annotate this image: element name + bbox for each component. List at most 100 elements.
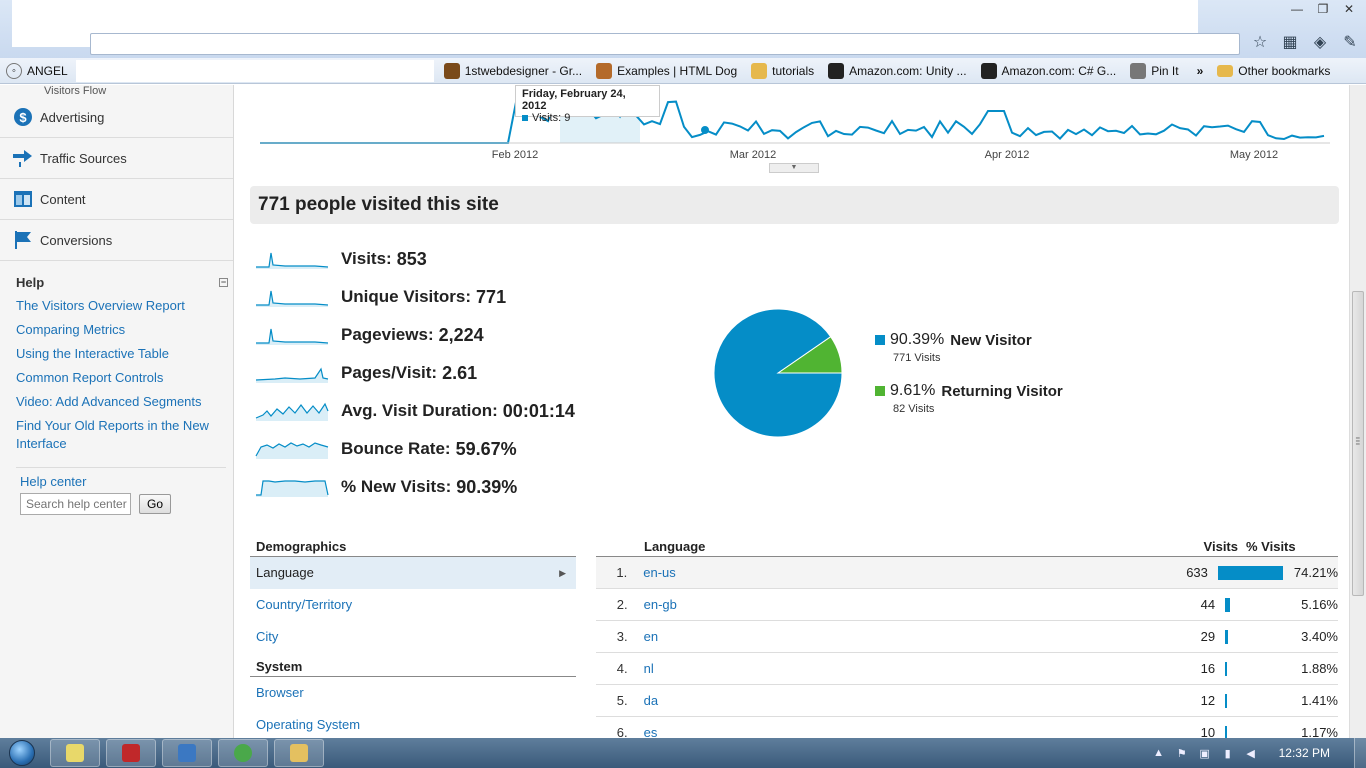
help-link[interactable]: Common Report Controls	[16, 369, 226, 387]
table-row: 1. en-us 633 74.21%	[596, 557, 1338, 589]
language-link[interactable]: da	[628, 693, 1123, 708]
legend-swatch	[875, 386, 885, 396]
language-table: Language Visits % Visits 1. en-us 633 74.21…	[596, 537, 1338, 738]
maximize-button[interactable]: ❐	[1310, 0, 1336, 18]
sparkline-fill	[256, 404, 328, 421]
collapse-icon[interactable]: −	[219, 278, 228, 287]
taskbar-app-notepad[interactable]	[50, 739, 100, 767]
bookmark-3[interactable]: Amazon.com: Unity ...	[828, 62, 967, 79]
metric-row[interactable]: % New Visits: 90.39%	[255, 468, 615, 506]
visitor-type-pie[interactable]	[713, 308, 843, 438]
language-link[interactable]: en	[628, 629, 1123, 644]
metric-row[interactable]: Avg. Visit Duration: 00:01:14	[255, 392, 615, 430]
sidebar-item-label: Content	[40, 191, 86, 207]
help-link[interactable]: Comparing Metrics	[16, 321, 226, 339]
show-desktop-button[interactable]	[1354, 738, 1366, 768]
row-visits: 44	[1200, 597, 1216, 612]
legend-item[interactable]: 9.61% Returning Visitor 82 Visits	[875, 382, 1063, 415]
bookmark-5[interactable]: Pin It	[1130, 62, 1179, 79]
amazon-icon	[980, 62, 997, 79]
flag-icon[interactable]: ⚑	[1175, 746, 1189, 760]
help-link[interactable]: The Visitors Overview Report	[16, 297, 226, 315]
language-link[interactable]: nl	[628, 661, 1123, 676]
visits-timeline-chart[interactable]: 30 Feb 2012 Mar 2012 Apr 2012 May 2012	[260, 85, 1330, 173]
chart-expand-handle[interactable]: ▼	[769, 163, 819, 173]
sidebar-item-advertising[interactable]: $ Advertising	[0, 97, 233, 138]
metric-value: 2.61	[442, 362, 478, 383]
start-button[interactable]	[0, 738, 44, 768]
bookmark-2[interactable]: tutorials	[751, 62, 815, 79]
profile-badge[interactable]: ◦ ANGEL	[6, 62, 68, 79]
pct-bar	[1225, 629, 1229, 644]
taskbar-app-filezilla[interactable]	[106, 739, 156, 767]
timeline-x-label: Feb 2012	[492, 149, 538, 161]
taskbar-app-thunderbird[interactable]	[162, 739, 212, 767]
close-button[interactable]: ✕	[1336, 0, 1362, 18]
folder-icon	[751, 62, 768, 79]
metrics-list: Visits: 853 Unique Visitors: 771 Pageviews: 2…	[255, 240, 615, 506]
bookmark-label: 1stwebdesigner - Gr...	[464, 63, 583, 78]
tooltip-swatch	[522, 115, 528, 121]
thunderbird-icon	[178, 744, 196, 762]
address-bar[interactable]	[90, 33, 1240, 55]
other-bookmarks[interactable]: Other bookmarks	[1217, 64, 1330, 78]
metric-row[interactable]: Unique Visitors: 771	[255, 278, 615, 316]
help-link[interactable]: Video: Add Advanced Segments	[16, 393, 226, 411]
bookmark-label: tutorials	[772, 63, 815, 78]
wrench-icon[interactable]: ✎	[1340, 32, 1360, 52]
clock[interactable]: 12:32 PM	[1279, 746, 1330, 760]
language-link[interactable]: en-us	[627, 565, 1116, 580]
demographics-item-city[interactable]: City	[250, 621, 576, 653]
help-center-link[interactable]: Help center	[20, 474, 233, 489]
device-icon[interactable]: ▣	[1198, 746, 1212, 760]
help-link[interactable]: Find Your Old Reports in the New Interfa…	[16, 417, 226, 453]
demographics-item-language[interactable]: Language ▶	[250, 557, 576, 589]
pie-slice-new-visitor[interactable]	[713, 308, 843, 438]
sidebar-cut-item[interactable]: Visitors Flow	[0, 85, 233, 97]
legend-visits: 771 Visits	[893, 352, 941, 364]
timeline-x-label: May 2012	[1230, 149, 1278, 161]
star-icon[interactable]: ☆	[1250, 32, 1270, 52]
minimize-button[interactable]: —	[1284, 0, 1310, 18]
row-visits: 10	[1200, 725, 1216, 738]
system-item-browser[interactable]: Browser	[250, 677, 576, 709]
page-scrollbar[interactable]: ━ ━ ━	[1349, 85, 1366, 738]
metric-row[interactable]: Visits: 853	[255, 240, 615, 278]
bookmarks-overflow[interactable]: »	[1197, 64, 1204, 78]
metric-row[interactable]: Bounce Rate: 59.67%	[255, 430, 615, 468]
tray-arrow-icon[interactable]: ▲	[1152, 746, 1166, 760]
metric-row[interactable]: Pageviews: 2,224	[255, 316, 615, 354]
bookmark-0[interactable]: 1stwebdesigner - Gr...	[443, 62, 583, 79]
timeline-hover-point	[701, 126, 709, 134]
language-link[interactable]: en-gb	[628, 597, 1123, 612]
extension-icon[interactable]: ▦	[1280, 32, 1300, 52]
taskbar-app-explorer[interactable]	[274, 739, 324, 767]
scrollbar-thumb[interactable]: ━ ━ ━	[1352, 291, 1364, 596]
volume-icon[interactable]: ◀	[1244, 746, 1258, 760]
help-search-row: Go	[20, 493, 233, 515]
help-search-input[interactable]	[20, 493, 131, 515]
help-go-button[interactable]: Go	[139, 494, 172, 514]
header-language[interactable]: Language	[596, 537, 1144, 556]
summary-title: 771 people visited this site	[258, 194, 499, 215]
extension-icon-2[interactable]: ◈	[1310, 32, 1330, 52]
taskbar-app-chrome[interactable]	[218, 739, 268, 767]
bookmark-4[interactable]: Amazon.com: C# G...	[980, 62, 1116, 79]
sidebar-item-traffic-sources[interactable]: Traffic Sources	[0, 138, 233, 179]
bookmark-1[interactable]: Examples | HTML Dog	[596, 62, 737, 79]
header-visits[interactable]: Visits	[1144, 537, 1238, 556]
language-link[interactable]: es	[628, 725, 1123, 738]
help-link[interactable]: Using the Interactive Table	[16, 345, 226, 363]
network-icon[interactable]: ▮	[1221, 746, 1235, 760]
sidebar-item-content[interactable]: Content	[0, 179, 233, 220]
toolbar-icons: ☆ ▦ ◈ ✎	[1250, 32, 1360, 52]
sparkline-fill	[256, 481, 328, 497]
demographics-item-country-territory[interactable]: Country/Territory	[250, 589, 576, 621]
legend-item[interactable]: 90.39% New Visitor 771 Visits	[875, 331, 1063, 364]
header-pct-visits[interactable]: % Visits	[1238, 537, 1296, 556]
sidebar-item-conversions[interactable]: Conversions	[0, 220, 233, 261]
metric-row[interactable]: Pages/Visit: 2.61	[255, 354, 615, 392]
system-item-operating-system[interactable]: Operating System	[250, 709, 576, 738]
webpage-icon	[443, 62, 460, 79]
row-index: 1.	[616, 565, 628, 580]
